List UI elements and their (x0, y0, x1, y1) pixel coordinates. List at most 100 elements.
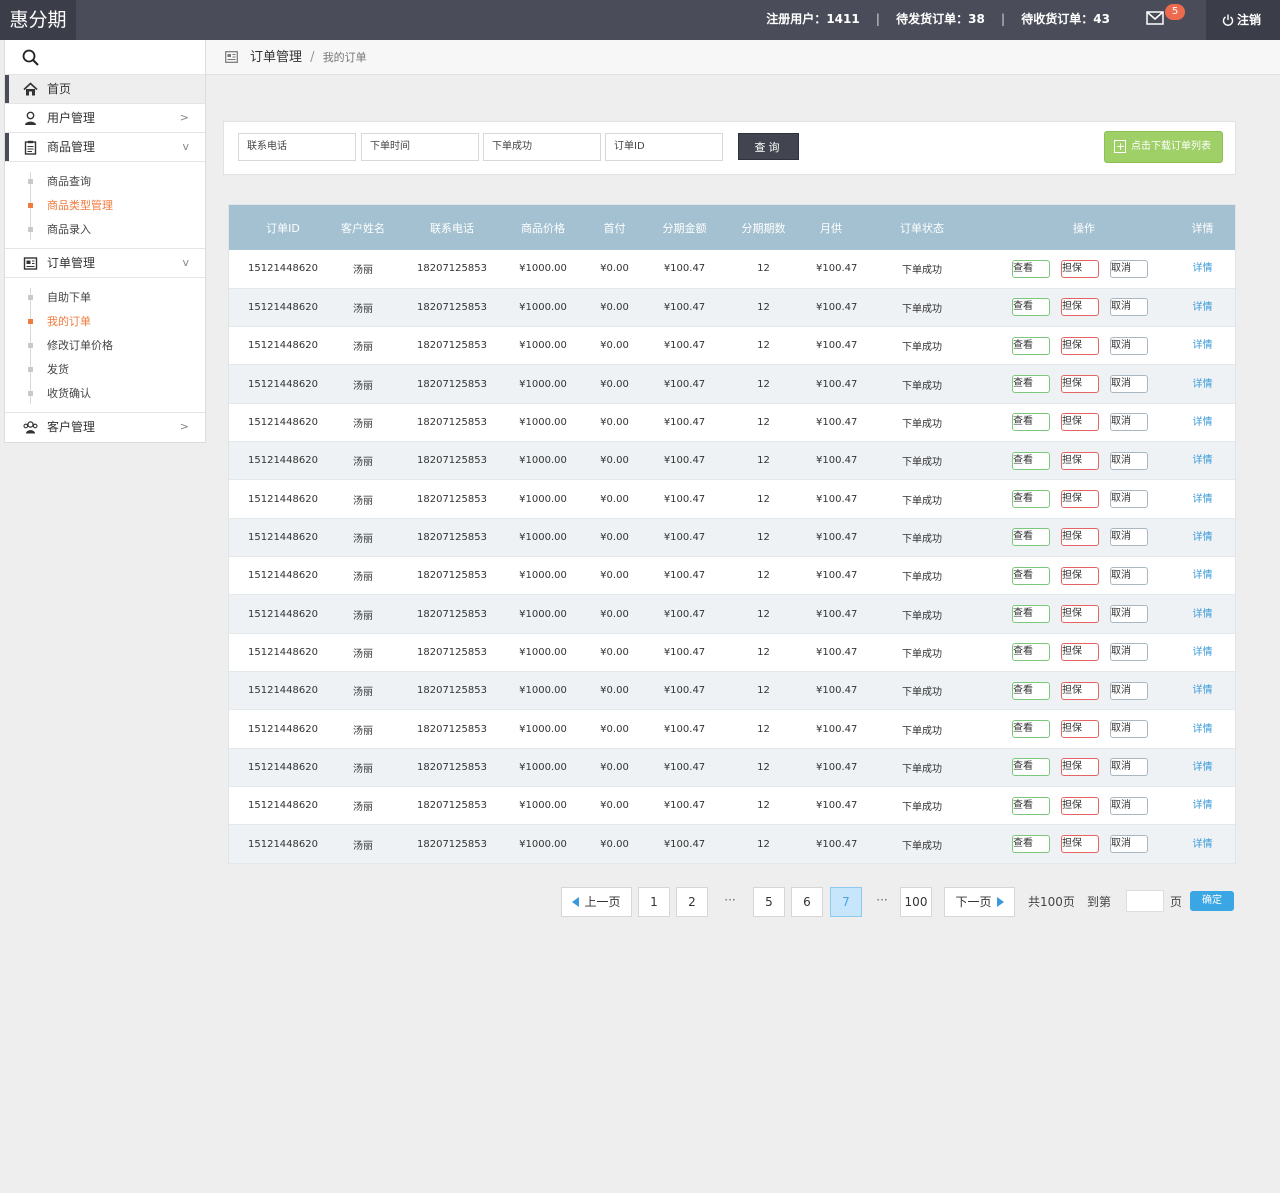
guarantee-button[interactable]: 担保 (1061, 375, 1099, 394)
guarantee-button[interactable]: 担保 (1061, 451, 1099, 470)
order-time-filter-input[interactable]: 下单时间 (361, 133, 479, 161)
cancel-button[interactable]: 取消 (1110, 413, 1148, 432)
submenu-item-product-types[interactable]: 商品类型管理 (5, 194, 205, 218)
detail-link[interactable]: 详情 (1193, 685, 1213, 696)
sidebar-item-orders[interactable]: 订单管理 v (5, 249, 205, 278)
cancel-button[interactable]: 取消 (1110, 336, 1148, 355)
download-orders-button[interactable]: 点击下载订单列表 (1104, 131, 1223, 163)
guarantee-button[interactable]: 担保 (1061, 681, 1099, 700)
cancel-button[interactable]: 取消 (1110, 566, 1148, 585)
goto-page-input[interactable] (1126, 890, 1164, 912)
guarantee-button[interactable]: 担保 (1061, 413, 1099, 432)
view-button[interactable]: 查看 (1012, 336, 1050, 355)
cancel-button[interactable]: 取消 (1110, 643, 1148, 662)
sidebar-search[interactable] (5, 40, 205, 75)
sidebar-item-products[interactable]: 商品管理 v (5, 133, 205, 162)
query-button[interactable]: 查询 (738, 133, 799, 160)
page-button[interactable]: 100 (900, 887, 932, 917)
guarantee-button[interactable]: 担保 (1061, 259, 1099, 278)
detail-link[interactable]: 详情 (1193, 302, 1213, 313)
submenu-item-confirm-receipt[interactable]: 收货确认 (5, 382, 205, 406)
view-button[interactable]: 查看 (1012, 528, 1050, 547)
search-icon[interactable] (22, 49, 39, 66)
guarantee-button[interactable]: 担保 (1061, 796, 1099, 815)
confirm-button[interactable]: 确定 (1190, 891, 1234, 911)
sidebar-item-home[interactable]: 首页 (5, 75, 205, 104)
view-button[interactable]: 查看 (1012, 451, 1050, 470)
submenu-item-product-entry[interactable]: 商品录入 (5, 218, 205, 242)
submenu-item-ship[interactable]: 发货 (5, 358, 205, 382)
cancel-button[interactable]: 取消 (1110, 451, 1148, 470)
page-button[interactable]: 6 (791, 887, 823, 917)
submenu-item-self-order[interactable]: 自助下单 (5, 286, 205, 310)
submenu-item-my-orders[interactable]: 我的订单 (5, 310, 205, 334)
guarantee-button[interactable]: 担保 (1061, 490, 1099, 509)
page-button[interactable]: 1 (638, 887, 670, 917)
cancel-button[interactable]: 取消 (1110, 681, 1148, 700)
detail-link[interactable]: 详情 (1193, 724, 1213, 735)
view-button[interactable]: 查看 (1012, 720, 1050, 739)
cancel-button[interactable]: 取消 (1110, 375, 1148, 394)
cancel-button[interactable]: 取消 (1110, 758, 1148, 777)
app-logo[interactable]: 惠分期 (0, 0, 76, 40)
mail-icon[interactable] (1146, 11, 1164, 25)
view-button[interactable]: 查看 (1012, 259, 1050, 278)
order-status-filter-input[interactable]: 下单成功 (483, 133, 601, 161)
down-payment-cell: ¥0.00 (571, 594, 658, 634)
detail-link[interactable]: 详情 (1193, 263, 1213, 274)
next-page-button[interactable]: 下一页 (944, 887, 1015, 917)
detail-link[interactable]: 详情 (1193, 609, 1213, 620)
guarantee-button[interactable]: 担保 (1061, 336, 1099, 355)
page-button[interactable]: 5 (753, 887, 785, 917)
cancel-button[interactable]: 取消 (1110, 298, 1148, 317)
detail-link[interactable]: 详情 (1193, 570, 1213, 581)
guarantee-button[interactable]: 担保 (1061, 720, 1099, 739)
detail-link[interactable]: 详情 (1193, 494, 1213, 505)
detail-link[interactable]: 详情 (1193, 532, 1213, 543)
view-button[interactable]: 查看 (1012, 796, 1050, 815)
view-button[interactable]: 查看 (1012, 375, 1050, 394)
view-button[interactable]: 查看 (1012, 835, 1050, 854)
breadcrumb-section[interactable]: 订单管理 (250, 50, 302, 65)
submenu-item-modify-price[interactable]: 修改订单价格 (5, 334, 205, 358)
view-button[interactable]: 查看 (1012, 643, 1050, 662)
cancel-button[interactable]: 取消 (1110, 605, 1148, 624)
detail-link[interactable]: 详情 (1193, 839, 1213, 850)
detail-link[interactable]: 详情 (1193, 647, 1213, 658)
detail-link[interactable]: 详情 (1193, 762, 1213, 773)
view-button[interactable]: 查看 (1012, 298, 1050, 317)
detail-link[interactable]: 详情 (1193, 379, 1213, 390)
submenu-item-product-query[interactable]: 商品查询 (5, 170, 205, 194)
phone-filter-input[interactable]: 联系电话 (238, 133, 356, 161)
cancel-button[interactable]: 取消 (1110, 259, 1148, 278)
view-button[interactable]: 查看 (1012, 490, 1050, 509)
detail-link[interactable]: 详情 (1193, 417, 1213, 428)
view-button[interactable]: 查看 (1012, 566, 1050, 585)
prev-page-button[interactable]: 上一页 (561, 887, 632, 917)
guarantee-button[interactable]: 担保 (1061, 298, 1099, 317)
view-button[interactable]: 查看 (1012, 413, 1050, 432)
sidebar-item-customers[interactable]: 客户管理 > (5, 413, 205, 442)
order-id-filter-input[interactable]: 订单ID (605, 133, 723, 161)
guarantee-button[interactable]: 担保 (1061, 605, 1099, 624)
guarantee-button[interactable]: 担保 (1061, 528, 1099, 547)
view-button[interactable]: 查看 (1012, 605, 1050, 624)
cancel-button[interactable]: 取消 (1110, 720, 1148, 739)
sidebar-item-users[interactable]: 用户管理 > (5, 104, 205, 133)
logout-button[interactable]: 注销 (1206, 0, 1280, 40)
current-page-button[interactable]: 7 (830, 887, 862, 917)
page-button[interactable]: 2 (676, 887, 708, 917)
detail-link[interactable]: 详情 (1193, 340, 1213, 351)
view-button[interactable]: 查看 (1012, 758, 1050, 777)
guarantee-button[interactable]: 担保 (1061, 643, 1099, 662)
guarantee-button[interactable]: 担保 (1061, 566, 1099, 585)
guarantee-button[interactable]: 担保 (1061, 758, 1099, 777)
cancel-button[interactable]: 取消 (1110, 528, 1148, 547)
cancel-button[interactable]: 取消 (1110, 796, 1148, 815)
guarantee-button[interactable]: 担保 (1061, 835, 1099, 854)
detail-link[interactable]: 详情 (1193, 455, 1213, 466)
detail-link[interactable]: 详情 (1193, 800, 1213, 811)
cancel-button[interactable]: 取消 (1110, 835, 1148, 854)
cancel-button[interactable]: 取消 (1110, 490, 1148, 509)
view-button[interactable]: 查看 (1012, 681, 1050, 700)
